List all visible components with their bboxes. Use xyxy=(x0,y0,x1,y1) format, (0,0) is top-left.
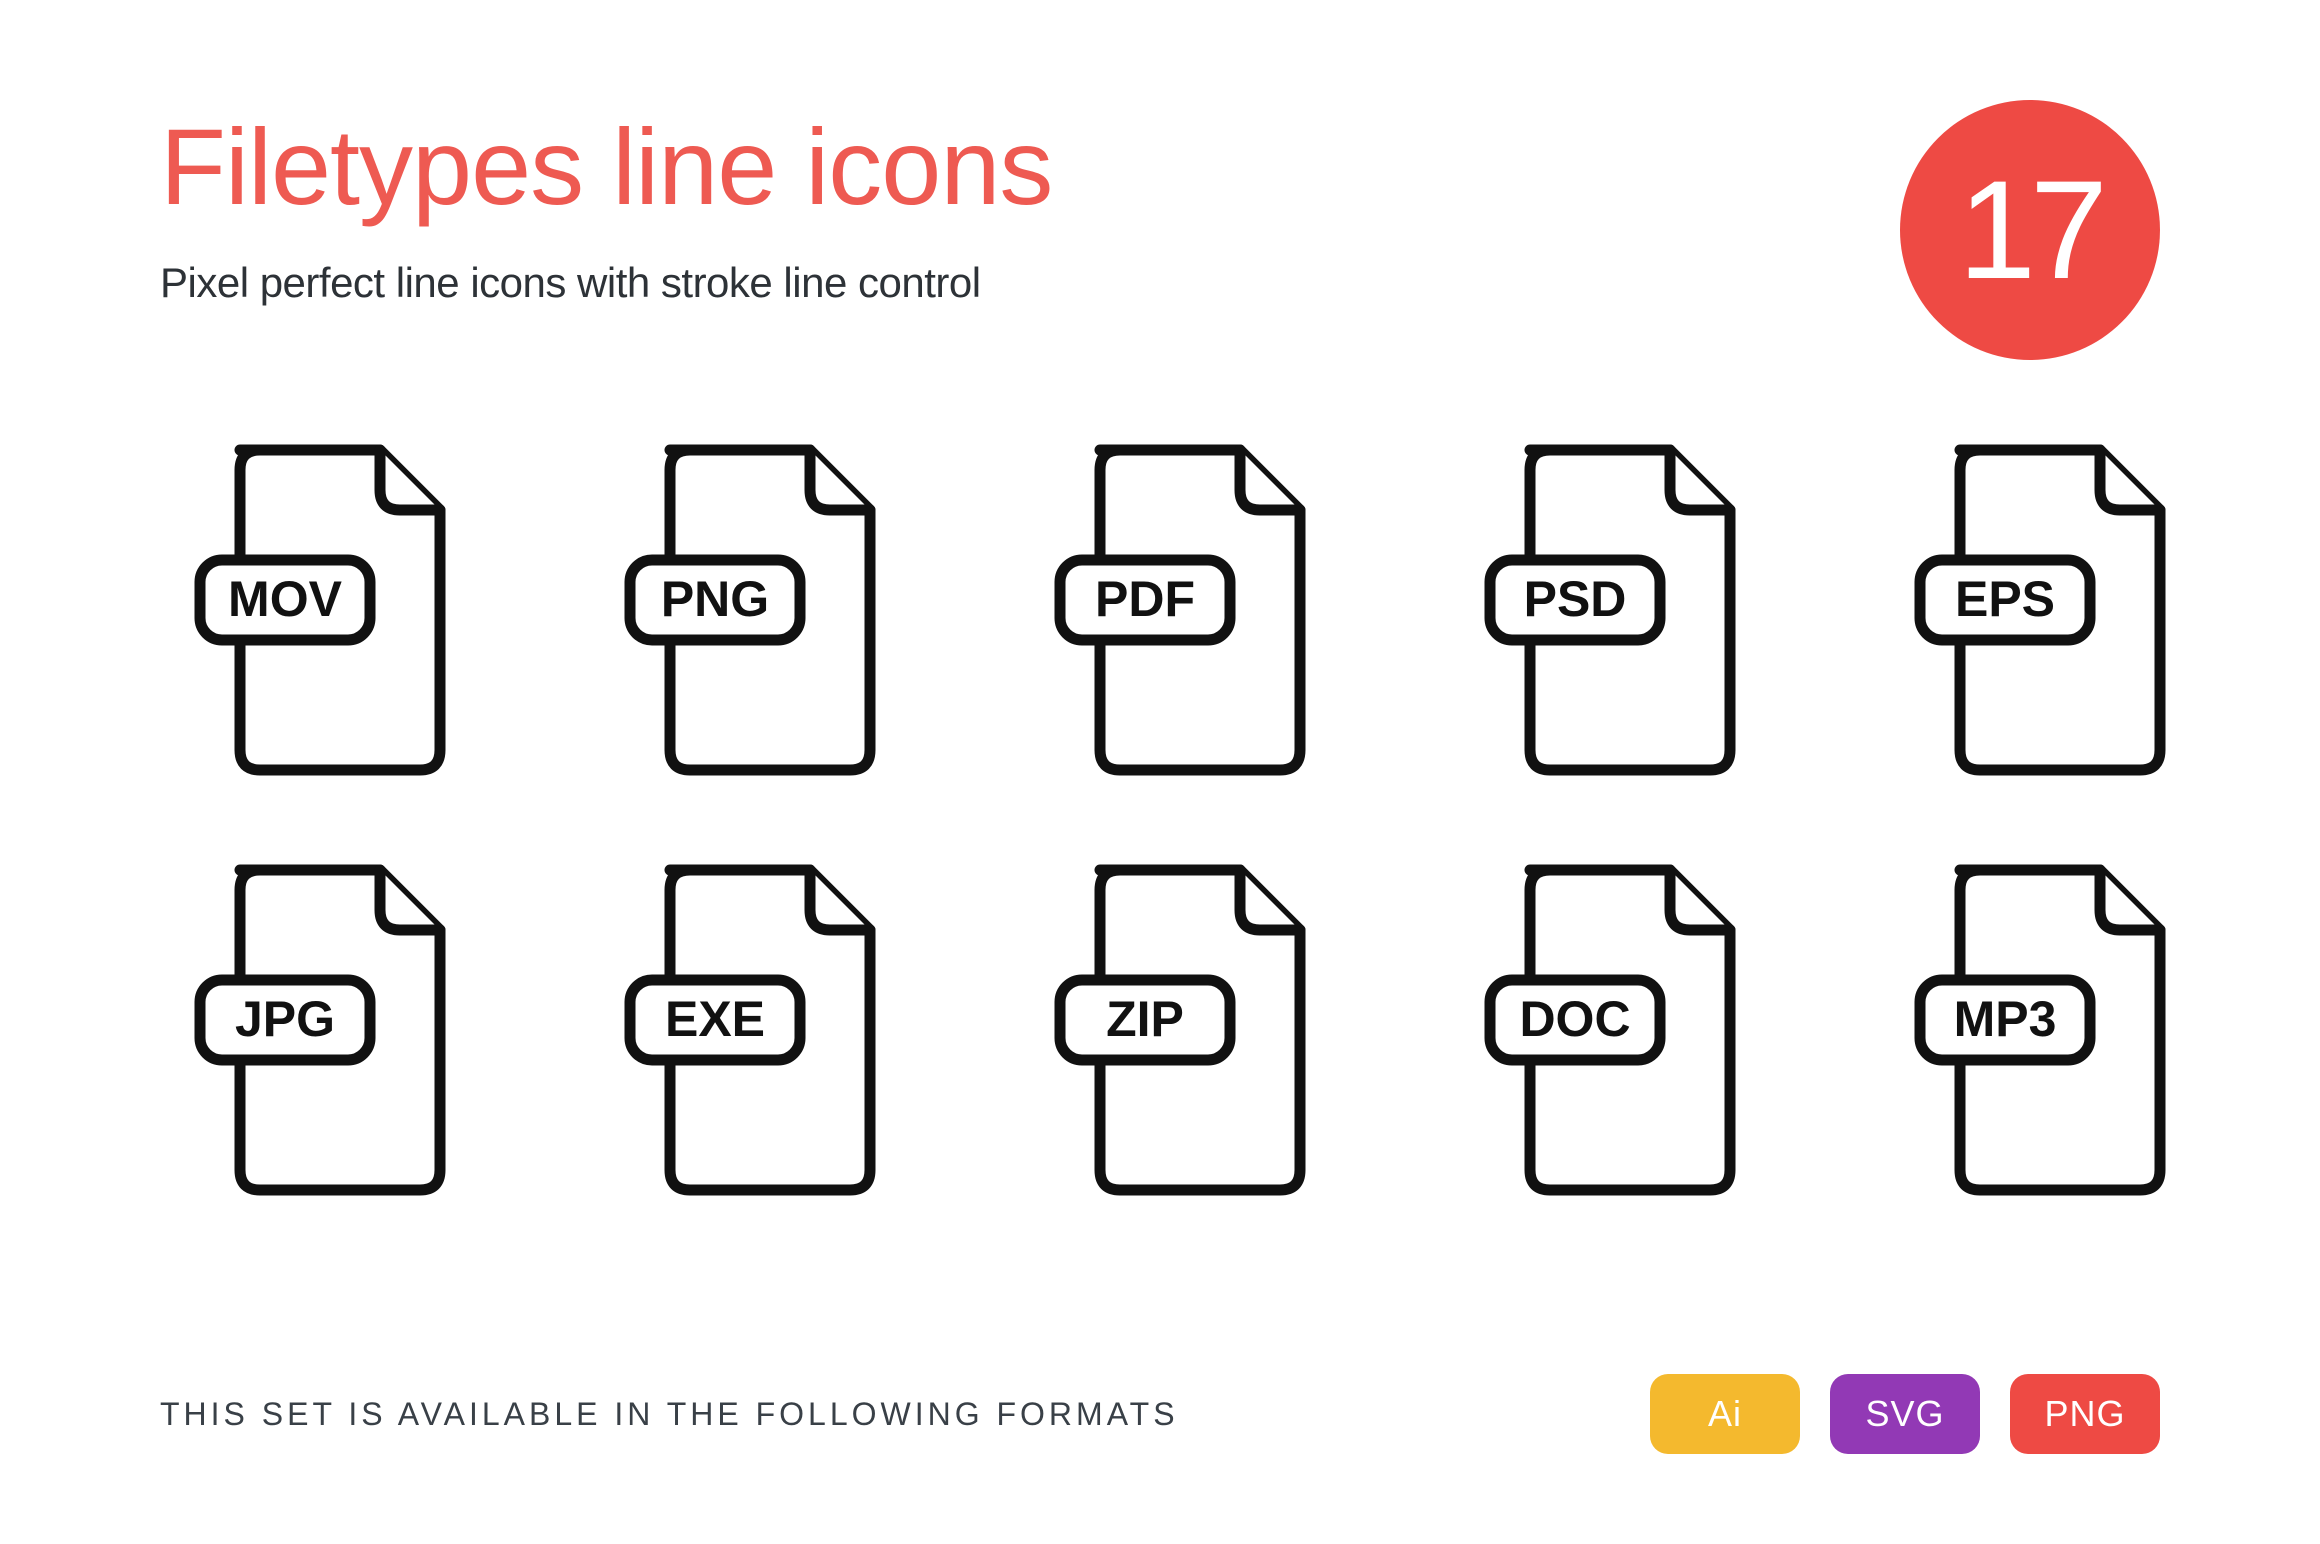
format-badge-label: Ai xyxy=(1708,1393,1742,1435)
file-icon-doc: DOC xyxy=(1470,860,1750,1200)
file-icon-psd: PSD xyxy=(1470,440,1750,780)
format-badge-png: PNG xyxy=(2010,1374,2160,1454)
file-icon-label: PDF xyxy=(1095,571,1195,627)
count-value: 17 xyxy=(1958,160,2102,300)
file-icon-label: PSD xyxy=(1524,571,1627,627)
page-subtitle: Pixel perfect line icons with stroke lin… xyxy=(160,259,1900,307)
icon-grid: MOV PNG PDF PSD EPS JPG EXE xyxy=(160,440,2160,1200)
file-icon-zip: ZIP xyxy=(1040,860,1320,1200)
file-icon-label: DOC xyxy=(1519,991,1630,1047)
file-icon-label: PNG xyxy=(661,571,769,627)
title-block: Filetypes line icons Pixel perfect line … xyxy=(160,110,1900,307)
file-icon-mp3: MP3 xyxy=(1900,860,2180,1200)
file-icon-jpg: JPG xyxy=(180,860,460,1200)
file-icon-eps: EPS xyxy=(1900,440,2180,780)
file-icon-label: MOV xyxy=(228,571,343,627)
format-badges: Ai SVG PNG xyxy=(1650,1374,2160,1454)
file-icon-label: MP3 xyxy=(1954,991,2057,1047)
footer: THIS SET IS AVAILABLE IN THE FOLLOWING F… xyxy=(160,1374,2160,1454)
file-icon-png: PNG xyxy=(610,440,890,780)
file-icon-label: EXE xyxy=(665,991,765,1047)
file-icon-mov: MOV xyxy=(180,440,460,780)
format-badge-ai: Ai xyxy=(1650,1374,1800,1454)
count-badge: 17 xyxy=(1900,100,2160,360)
header: Filetypes line icons Pixel perfect line … xyxy=(160,110,2160,360)
format-badge-svg: SVG xyxy=(1830,1374,1980,1454)
file-icon-label: JPG xyxy=(235,991,335,1047)
page-title: Filetypes line icons xyxy=(160,110,1900,223)
file-icon-pdf: PDF xyxy=(1040,440,1320,780)
file-icon-exe: EXE xyxy=(610,860,890,1200)
file-icon-label: EPS xyxy=(1955,571,2055,627)
footer-text: THIS SET IS AVAILABLE IN THE FOLLOWING F… xyxy=(160,1396,1179,1433)
page-root: Filetypes line icons Pixel perfect line … xyxy=(0,0,2320,1544)
format-badge-label: PNG xyxy=(2044,1393,2125,1435)
format-badge-label: SVG xyxy=(1865,1393,1944,1435)
file-icon-label: ZIP xyxy=(1106,991,1184,1047)
